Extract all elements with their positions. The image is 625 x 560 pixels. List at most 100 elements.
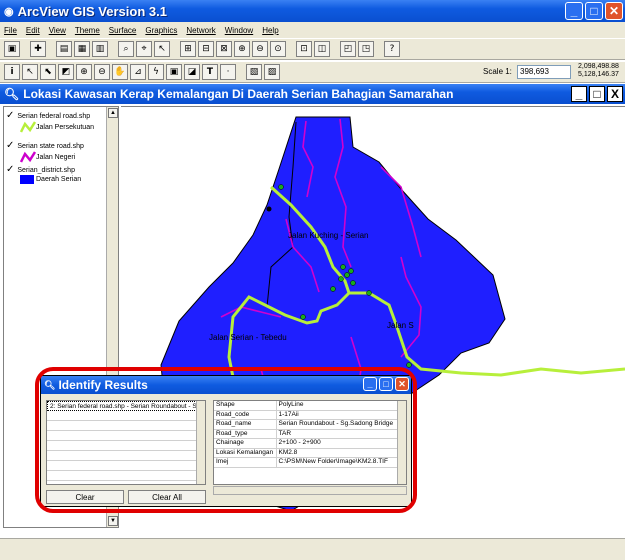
menu-edit[interactable]: Edit	[26, 26, 40, 35]
state-road-legend-icon	[20, 151, 36, 163]
label-icon[interactable]: ◪	[184, 64, 200, 80]
table-row: Road_code 1-17Aii	[214, 410, 398, 420]
zoom-full-icon[interactable]: ⊞	[180, 41, 196, 57]
attribute-field: Imej	[214, 457, 277, 468]
identify-minimize-button[interactable]: _	[363, 377, 377, 391]
identify-results-window[interactable]: 🔍︎ Identify Results _ □ ✕ 2: Serian fede…	[40, 375, 412, 507]
menu-view[interactable]: View	[49, 26, 66, 35]
close-button[interactable]: ✕	[605, 2, 623, 20]
menu-network[interactable]: Network	[186, 26, 215, 35]
menu-file[interactable]: File	[4, 26, 17, 35]
clear-all-button[interactable]: Clear All	[128, 490, 206, 504]
theme-name: Serian_district.shp	[17, 167, 75, 174]
view-close-button[interactable]: X	[607, 86, 623, 102]
scroll-down-icon[interactable]: ▼	[108, 516, 118, 526]
area-of-interest-icon[interactable]: ▣	[166, 64, 182, 80]
zoom-in-icon[interactable]: ⊕	[234, 41, 250, 57]
edit-legend-icon[interactable]: ▦	[74, 41, 90, 57]
pointer-icon[interactable]: ↖	[22, 64, 38, 80]
attribute-field: Road_code	[214, 410, 277, 420]
zoom-previous-icon[interactable]: ⊙	[270, 41, 286, 57]
text-icon[interactable]: T	[202, 64, 218, 80]
legend-label: Daerah Serian	[36, 176, 82, 183]
list-item-empty	[47, 451, 205, 461]
select-feature-icon[interactable]: ◩	[58, 64, 74, 80]
identify-title: Identify Results	[58, 378, 148, 392]
query-builder-icon[interactable]: ↖	[154, 41, 170, 57]
clear-selection-icon[interactable]: ◫	[314, 41, 330, 57]
locate-address-icon[interactable]: ⌖	[136, 41, 152, 57]
zoom-active-icon[interactable]: ⊟	[198, 41, 214, 57]
draw-point-icon[interactable]: ·	[220, 64, 236, 80]
find-icon[interactable]: ⌕	[118, 41, 134, 57]
attribute-field: Chainage	[214, 438, 277, 449]
view-maximize-button[interactable]: □	[589, 86, 605, 102]
identify-close-button[interactable]: ✕	[395, 377, 409, 391]
attribute-value: C:\PSM\New Folder\Image\KM2.8.TIF	[276, 457, 398, 468]
pan-icon[interactable]: ✋	[112, 64, 128, 80]
identify-attribute-table[interactable]: Shape PolyLine Road_code 1-17Aii Road_name…	[213, 400, 407, 485]
menu-surface[interactable]: Surface	[109, 26, 137, 35]
open-table-icon[interactable]: ▥	[92, 41, 108, 57]
theme-federal-road[interactable]: ✓ Serian federal road.shp Jalan Persekutu…	[6, 111, 94, 133]
theme-district[interactable]: ✓ Serian_district.shp Daerah Serian	[6, 165, 81, 184]
scale-input[interactable]: 398,693	[517, 65, 571, 79]
table-row: Road_type TAR	[214, 429, 398, 439]
table-row: Imej C:\PSM\New Folder\Image\KM2.8.TIF	[214, 457, 398, 468]
view-minimize-button[interactable]: _	[571, 86, 587, 102]
save-icon[interactable]: ▣	[4, 41, 20, 57]
theme-visible-checkbox[interactable]: ✓	[6, 140, 14, 151]
theme-visible-checkbox[interactable]: ✓	[6, 110, 14, 121]
feature-list-scrollbar[interactable]	[196, 401, 205, 484]
menu-window[interactable]: Window	[225, 26, 253, 35]
minimize-button[interactable]: _	[565, 2, 583, 20]
view-title: Lokasi Kawasan Kerap Kemalangan Di Daera…	[23, 87, 454, 101]
zoom-in-tool-icon[interactable]: ⊕	[76, 64, 92, 80]
clear-button[interactable]: Clear	[46, 490, 124, 504]
attribute-value: 1-17Aii	[276, 410, 398, 420]
list-item[interactable]: 2: Serian federal road.shp - Serian Roun…	[47, 401, 205, 411]
app-title-bar: ◉ ArcView GIS Version 3.1 _ □ ✕	[0, 0, 625, 22]
snap-icon[interactable]: ▧	[246, 64, 262, 80]
theme-state-road[interactable]: ✓ Serian state road.shp Jalan Negeri	[6, 141, 84, 163]
table-row: Shape PolyLine	[214, 401, 398, 411]
identify-icon: 🔍︎	[44, 379, 56, 390]
menu-graphics[interactable]: Graphics	[145, 26, 177, 35]
scroll-up-icon[interactable]: ▲	[108, 108, 118, 118]
select-features-icon[interactable]: ⊡	[296, 41, 312, 57]
district-legend-swatch	[20, 175, 34, 184]
chart-icon[interactable]: ◳	[358, 41, 374, 57]
attribute-horizontal-scrollbar[interactable]	[213, 486, 407, 495]
attribute-vertical-scrollbar[interactable]	[397, 401, 406, 484]
add-theme-icon[interactable]: ✚	[30, 41, 46, 57]
map-label-serian-tebedu: Jalan Serian - Tebedu	[209, 333, 287, 342]
identify-feature-list[interactable]: 2: Serian federal road.shp - Serian Roun…	[46, 400, 206, 485]
zoom-selected-icon[interactable]: ⊠	[216, 41, 232, 57]
help-icon[interactable]: ?	[384, 41, 400, 57]
theme-name: Serian federal road.shp	[17, 113, 91, 120]
identify-icon[interactable]: i	[4, 64, 20, 80]
theme-properties-icon[interactable]: ▤	[56, 41, 72, 57]
layout-icon[interactable]: ◰	[340, 41, 356, 57]
menu-theme[interactable]: Theme	[75, 26, 100, 35]
zoom-out-tool-icon[interactable]: ⊖	[94, 64, 110, 80]
theme-visible-checkbox[interactable]: ✓	[6, 164, 14, 175]
attribute-value: Serian Roundabout - Sg.Sadong Bridge	[276, 419, 398, 430]
maximize-button[interactable]: □	[585, 2, 603, 20]
vertex-edit-icon[interactable]: ⬉	[40, 64, 56, 80]
table-row: Chainage 2+100 - 2+900	[214, 438, 398, 449]
view-search-icon: 🔍︎	[4, 87, 20, 101]
snap-general-icon[interactable]: ▨	[264, 64, 280, 80]
attribute-value: 2+100 - 2+900	[276, 438, 398, 449]
coordinate-y: 5,128,146.37	[578, 71, 619, 78]
menu-help[interactable]: Help	[262, 26, 278, 35]
identify-maximize-button[interactable]: □	[379, 377, 393, 391]
identify-title-bar[interactable]: 🔍︎ Identify Results _ □ ✕	[41, 376, 411, 394]
attribute-value: PolyLine	[276, 401, 398, 411]
map-label-jalan-s: Jalan S	[387, 321, 414, 330]
table-row: Lokasi Kemalangan KM2.8	[214, 448, 398, 458]
measure-icon[interactable]: ⊿	[130, 64, 146, 80]
map-label-kuching-serian: Jalan Kuching - Serian	[288, 231, 369, 240]
hot-link-icon[interactable]: ϟ	[148, 64, 164, 80]
zoom-out-icon[interactable]: ⊖	[252, 41, 268, 57]
